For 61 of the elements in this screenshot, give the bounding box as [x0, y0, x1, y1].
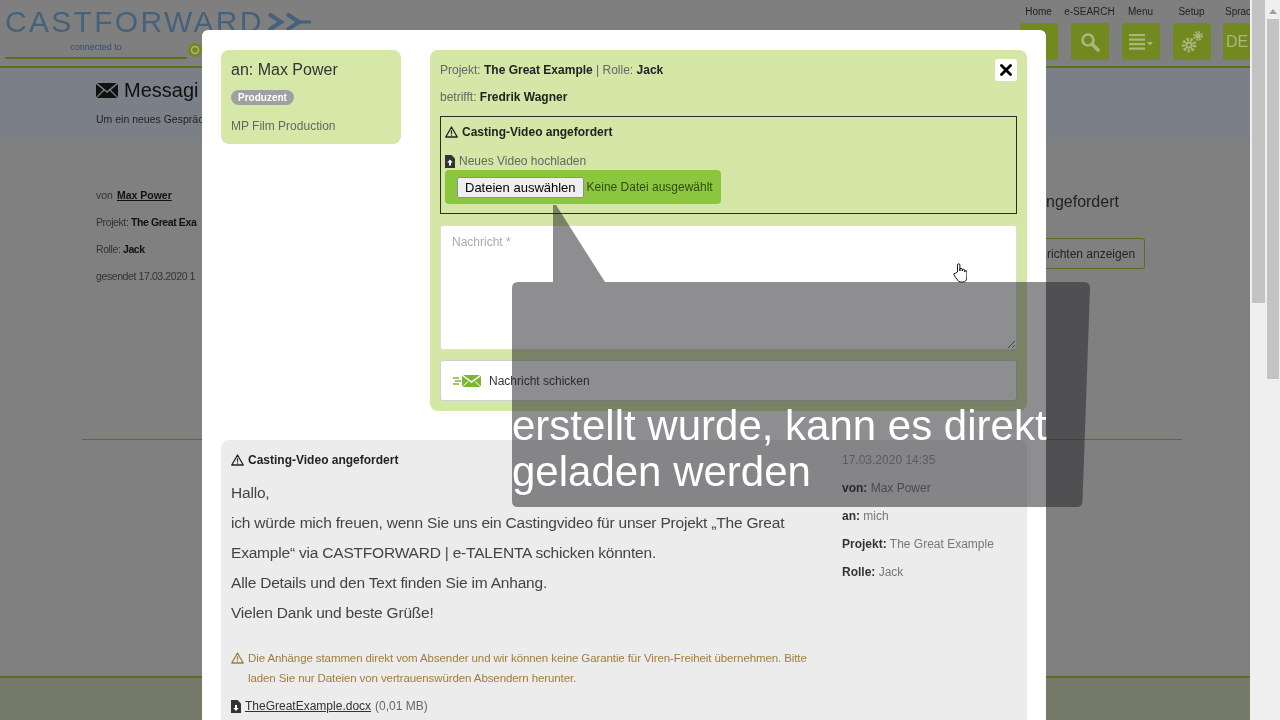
caption-line: erstellt wurde, kann es direkt — [512, 403, 1047, 449]
message-detail: an: mich — [842, 508, 889, 524]
warning-icon — [445, 126, 458, 138]
nav-label: Menu — [1128, 6, 1153, 18]
warning-icon — [231, 454, 244, 466]
sender-link[interactable]: Max Power — [116, 182, 172, 209]
circle-icon — [188, 43, 202, 57]
message-title: Casting-Video angefordert — [248, 453, 399, 467]
sent-date: gesendet 17.03.2020 1 — [96, 269, 196, 284]
message-detail: Projekt: The Great Example — [842, 536, 994, 552]
nav-label: Setup — [1178, 6, 1205, 18]
file-download-icon — [231, 699, 241, 713]
regarding-line: betrifft: Fredrik Wagner — [440, 90, 568, 104]
chevrons-icon — [266, 12, 311, 32]
message-paragraph: ich würde mich freuen, wenn Sie uns ein Castingvideo für unser Projekt „The Great Example“ via CASTFORWARD | e-TALENTA schicken könnten. — [231, 513, 786, 563]
attachment-warning: Die Anhänge stammen direkt vom Absender und wir können keine Garantie für Viren-Freiheit übernehmen. Bitte laden Sie nur Dateien von vertrauenswürden Absendern herunter. — [248, 651, 808, 686]
sender-label: von — [96, 188, 113, 203]
message-field[interactable]: Nachricht * — [440, 225, 1017, 350]
envelope-icon — [96, 82, 118, 98]
project-line: Projekt: The Great Exa — [96, 215, 197, 230]
search-icon — [1079, 31, 1100, 52]
file-status: Keine Datei ausgewählt — [586, 180, 713, 194]
nav-button[interactable] — [1172, 23, 1211, 60]
company-name: MP Film Production — [231, 119, 336, 133]
request-title: Casting-Video angefordert — [462, 125, 613, 139]
recipient-name: an: Max Power — [231, 60, 338, 80]
hand-cursor-icon — [953, 263, 967, 283]
nav-button[interactable] — [1070, 23, 1109, 60]
scroll-up-icon[interactable] — [1269, 9, 1277, 14]
logo-text: CASTFORWARD — [5, 7, 264, 37]
message-paragraph: Vielen Dank und beste Grüße! — [231, 603, 434, 623]
subject-text: ngefordert — [1046, 192, 1119, 212]
caption-line: geladen werden — [512, 449, 811, 495]
nav-button[interactable] — [1121, 23, 1160, 60]
scrollbar-thumb[interactable] — [1252, 0, 1265, 303]
nav-label: Home — [1025, 6, 1052, 18]
close-icon — [1000, 64, 1012, 76]
message-detail: Rolle: Jack — [842, 564, 904, 580]
role-line: Rolle: Jack — [96, 242, 145, 257]
role-badge: Produzent — [231, 90, 294, 105]
warning-icon — [231, 652, 244, 664]
attachment-link[interactable]: TheGreatExample.docx — [245, 696, 372, 716]
context-line: Projekt: The Great Example | Rolle: Jack — [440, 63, 664, 77]
menu-icon — [1128, 33, 1153, 50]
close-button[interactable] — [995, 59, 1017, 81]
message-paragraph: Alle Details und den Text finden Sie im Anhang. — [231, 573, 548, 593]
message-paragraph: Hallo, — [231, 483, 270, 503]
file-input[interactable]: Dateien auswählen Keine Datei ausgewählt — [445, 170, 721, 204]
nav-label: e-SEARCH — [1064, 6, 1115, 18]
settings-icon — [1179, 29, 1204, 54]
scrollbar-thumb[interactable] — [1267, 19, 1279, 379]
file-size: (0,01 MB) — [375, 699, 428, 713]
send-envelope-icon — [453, 373, 481, 388]
upload-label: Neues Video hochladen — [459, 154, 587, 168]
page-hint: Um ein neues Gespräc — [96, 113, 204, 126]
message-detail: von: Max Power — [842, 480, 931, 496]
nav-label: Sprac — [1225, 6, 1252, 18]
tagline: connected to — [5, 40, 187, 59]
choose-files-button[interactable]: Dateien auswählen — [457, 176, 584, 198]
file-upload-icon — [445, 154, 455, 168]
page-heading: Messagi — [124, 78, 199, 103]
